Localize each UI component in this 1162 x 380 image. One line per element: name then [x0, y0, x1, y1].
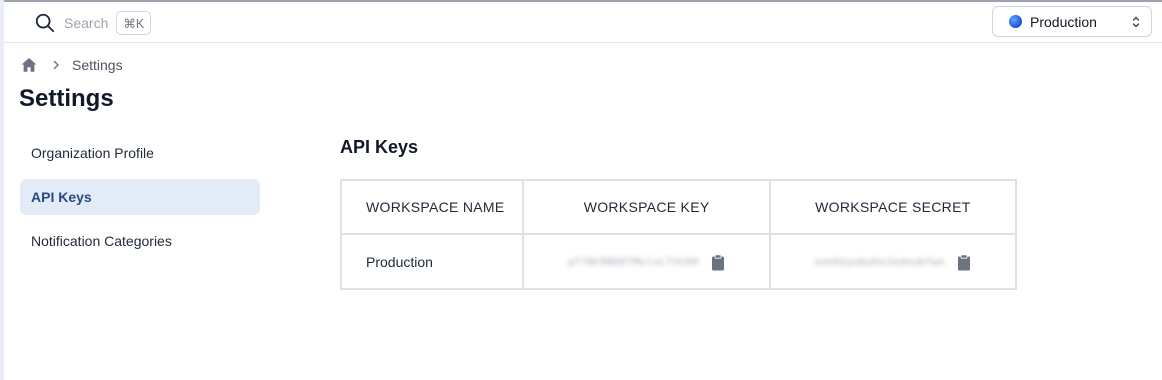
- sidebar-item-notification-categories[interactable]: Notification Categories: [20, 223, 260, 259]
- home-icon[interactable]: [20, 56, 38, 74]
- section-title: API Keys: [340, 137, 419, 157]
- search-shortcut-badge: ⌘K: [116, 11, 152, 35]
- table-header-row: WORKSPACE NAME WORKSPACE KEY WORKSPACE S…: [339, 179, 1018, 235]
- workspace-secret-value: ennEeyabahe2edeubfwe: [814, 257, 946, 268]
- table-row: Production pTfNCRB6ETMxlxLTVCKH ennEeyab…: [339, 233, 1018, 290]
- environment-label: Production: [1030, 13, 1097, 30]
- sidebar-item-label: API Keys: [31, 189, 92, 205]
- clipboard-icon[interactable]: [711, 254, 725, 271]
- search-icon: [35, 13, 55, 33]
- clipboard-icon[interactable]: [957, 254, 971, 271]
- column-header-workspace-secret: WORKSPACE SECRET: [768, 179, 1018, 235]
- sidebar-item-organization-profile[interactable]: Organization Profile: [20, 135, 260, 171]
- sidebar-item-label: Notification Categories: [31, 233, 172, 249]
- workspace-secret-cell: ennEeyabahe2edeubfwe: [768, 233, 1018, 290]
- search-placeholder: Search: [64, 15, 109, 31]
- sidebar-item-label: Organization Profile: [31, 145, 154, 161]
- chevron-right-icon: [53, 60, 59, 70]
- environment-status-dot: [1009, 15, 1022, 28]
- workspace-name-cell: Production: [339, 233, 525, 290]
- sidebar-item-api-keys[interactable]: API Keys: [20, 179, 260, 215]
- page-title: Settings: [19, 85, 114, 112]
- column-header-workspace-key: WORKSPACE KEY: [522, 179, 771, 235]
- workspace-key-cell: pTfNCRB6ETMxlxLTVCKH: [522, 233, 771, 290]
- environment-switcher[interactable]: Production: [992, 6, 1152, 37]
- column-header-workspace-name: WORKSPACE NAME: [339, 179, 525, 235]
- api-keys-table: WORKSPACE NAME WORKSPACE KEY WORKSPACE S…: [339, 179, 1018, 290]
- window-left-border: [0, 0, 4, 380]
- breadcrumb-item-settings[interactable]: Settings: [72, 57, 123, 73]
- breadcrumb: Settings: [20, 56, 123, 74]
- top-bar: Search ⌘K Production: [4, 2, 1162, 43]
- workspace-key-value: pTfNCRB6ETMxlxLTVCKH: [568, 257, 699, 268]
- chevron-up-down-icon: [1132, 16, 1140, 27]
- search-trigger[interactable]: Search ⌘K: [34, 10, 152, 36]
